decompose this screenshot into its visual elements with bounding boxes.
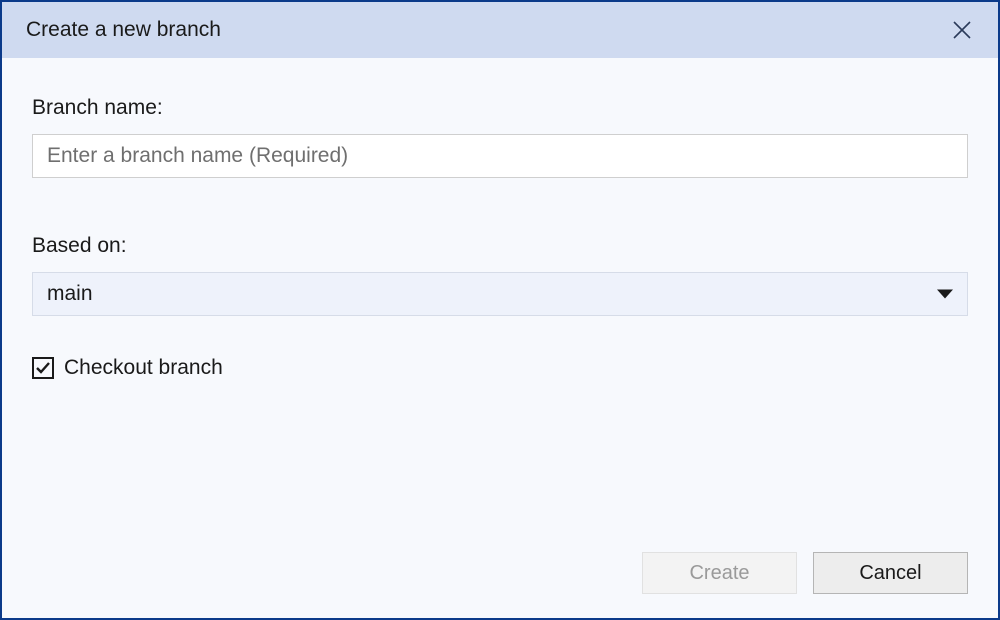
dialog-title: Create a new branch: [26, 18, 221, 42]
checkout-branch-label: Checkout branch: [64, 356, 223, 380]
branch-name-label: Branch name:: [32, 96, 968, 120]
dialog-footer: Create Cancel: [2, 552, 998, 618]
checkmark-icon: [35, 360, 51, 376]
based-on-selected-value: main: [47, 282, 93, 306]
cancel-button[interactable]: Cancel: [813, 552, 968, 594]
based-on-label: Based on:: [32, 234, 968, 258]
checkout-branch-checkbox[interactable]: Checkout branch: [32, 356, 968, 380]
branch-name-input[interactable]: [32, 134, 968, 178]
titlebar: Create a new branch: [2, 2, 998, 58]
checkbox-box: [32, 357, 54, 379]
dialog-content: Branch name: Based on: main Checkout bra…: [2, 58, 998, 552]
close-icon: [952, 20, 972, 40]
create-button[interactable]: Create: [642, 552, 797, 594]
chevron-down-icon: [937, 290, 953, 299]
based-on-select[interactable]: main: [32, 272, 968, 316]
close-button[interactable]: [950, 18, 974, 42]
create-branch-dialog: Create a new branch Branch name: Based o…: [0, 0, 1000, 620]
